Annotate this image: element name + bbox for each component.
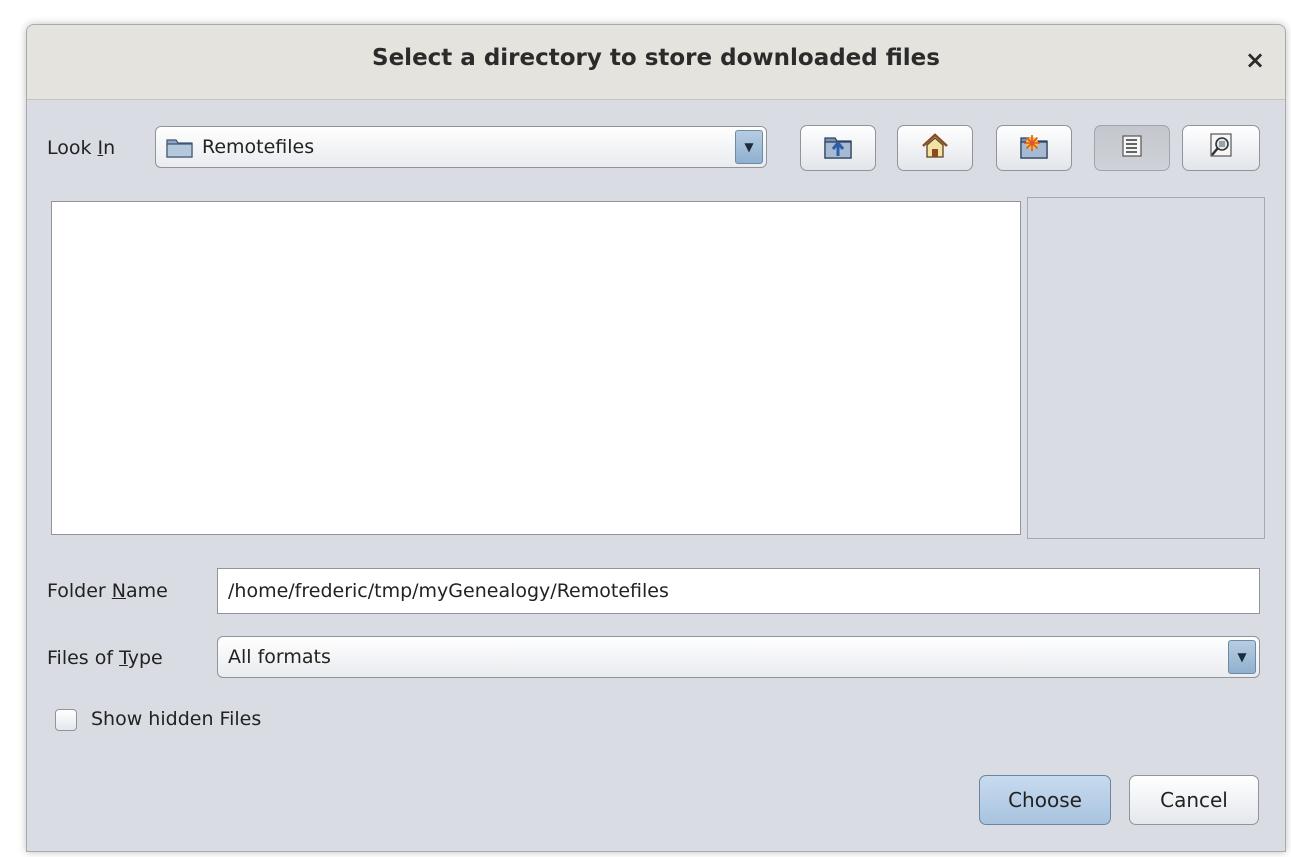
show-hidden-label[interactable]: Show hidden Files <box>91 708 261 730</box>
close-icon[interactable]: × <box>1241 45 1269 75</box>
folder-up-icon <box>822 132 854 164</box>
show-hidden-checkbox[interactable] <box>55 709 77 731</box>
list-view-icon <box>1120 134 1144 162</box>
look-in-combo[interactable]: Remotefiles ▼ <box>155 126 767 168</box>
look-in-label: Look In <box>47 137 116 159</box>
chevron-down-icon[interactable]: ▼ <box>735 130 763 164</box>
files-of-type-label: Files of Type <box>47 647 163 669</box>
chevron-down-icon[interactable]: ▼ <box>1228 640 1256 674</box>
list-view-button[interactable] <box>1094 125 1170 171</box>
up-one-level-button[interactable] <box>800 125 876 171</box>
home-icon <box>919 132 951 164</box>
file-list[interactable] <box>51 201 1021 535</box>
cancel-button[interactable]: Cancel <box>1129 775 1259 825</box>
new-folder-button[interactable] <box>996 125 1072 171</box>
home-button[interactable] <box>897 125 973 171</box>
folder-name-field[interactable]: /home/frederic/tmp/myGenealogy/Remotefil… <box>217 568 1260 614</box>
folder-name-label: Folder Name <box>47 580 168 602</box>
look-in-value: Remotefiles <box>202 136 315 158</box>
title-bar[interactable]: Select a directory to store downloaded f… <box>27 25 1285 100</box>
dialog-title: Select a directory to store downloaded f… <box>372 45 940 71</box>
details-view-button[interactable] <box>1182 125 1260 171</box>
choose-button[interactable]: Choose <box>979 775 1111 825</box>
files-of-type-value: All formats <box>228 646 331 668</box>
files-of-type-combo[interactable]: All formats ▼ <box>217 636 1260 678</box>
accessory-panel <box>1027 197 1265 539</box>
new-folder-icon <box>1018 132 1050 164</box>
file-chooser-dialog: Select a directory to store downloaded f… <box>26 24 1286 852</box>
details-view-icon <box>1207 132 1235 164</box>
folder-icon <box>166 136 194 158</box>
